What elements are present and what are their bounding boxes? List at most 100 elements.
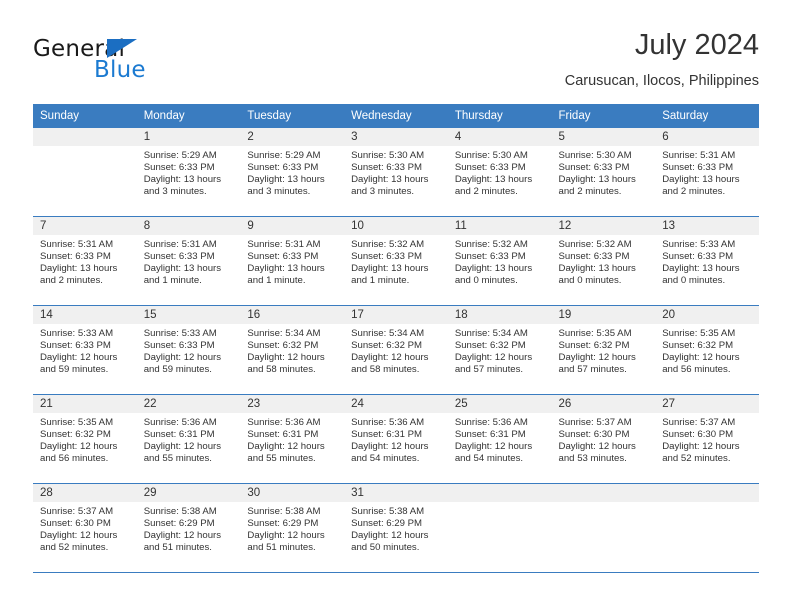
calendar-day-cell[interactable]: 3 Sunrise: 5:30 AM Sunset: 6:33 PM Daylight… [344,128,448,215]
calendar-cell: 11 Sunrise: 5:32 AM Sunset: 6:33 PM Dayligh… [447,216,552,306]
sunrise-text: Sunrise: 5:35 AM [558,328,632,339]
calendar-day-cell[interactable]: 11 Sunrise: 5:32 AM Sunset: 6:33 PM Dayligh… [447,217,552,304]
calendar-day-cell[interactable]: 27 Sunrise: 5:37 AM Sunset: 6:30 PM Dayligh… [655,395,759,482]
daylight-text: Daylight: 12 hours [143,530,222,542]
calendar-day-cell[interactable]: 23 Sunrise: 5:36 AM Sunset: 6:31 PM Dayligh… [240,395,345,482]
sunrise-text: Sunrise: 5:32 AM [454,239,528,250]
calendar-day-cell[interactable]: 12 Sunrise: 5:32 AM Sunset: 6:33 PM Dayligh… [551,217,656,304]
calendar-day-cell[interactable]: 24 Sunrise: 5:36 AM Sunset: 6:31 PM Dayligh… [344,395,448,482]
calendar-cell: 12 Sunrise: 5:32 AM Sunset: 6:33 PM Dayligh… [551,216,656,306]
sunrise-text: Sunrise: 5:29 AM [247,150,321,161]
calendar-day-cell[interactable]: 18 Sunrise: 5:34 AM Sunset: 6:32 PM Dayligh… [447,306,552,393]
calendar-day-cell[interactable]: 4 Sunrise: 5:30 AM Sunset: 6:33 PM Daylight… [447,128,552,215]
day-details: Sunrise: 5:33 AM Sunset: 6:33 PM Daylight:… [137,324,241,376]
day-number: 28 [33,484,137,502]
daylight-text: Daylight: 12 hours [247,441,325,453]
day-number: 20 [655,306,759,324]
calendar-day-cell[interactable]: 9 Sunrise: 5:31 AM Sunset: 6:33 PM Daylight… [240,217,345,304]
weekday-header-tuesday: Tuesday [240,104,345,128]
daylight-text: Daylight: 13 hours [454,263,533,275]
sunset-text: Sunset: 6:32 PM [558,340,630,352]
daylight-text: Daylight: 13 hours [454,174,533,186]
calendar-cell: 15 Sunrise: 5:33 AM Sunset: 6:33 PM Dayligh… [136,305,241,395]
calendar-day-cell[interactable]: 6 Sunrise: 5:31 AM Sunset: 6:33 PM Daylight… [655,128,759,215]
daylight-text: Daylight: 12 hours [454,352,533,364]
daylight-text: and 0 minutes. [558,275,622,287]
day-number: 6 [655,128,759,146]
daylight-text: Daylight: 13 hours [247,174,325,186]
calendar-day-cell[interactable]: 14 Sunrise: 5:33 AM Sunset: 6:33 PM Dayligh… [33,306,137,393]
general-blue-logo[interactable]: General Blue [33,36,233,88]
daylight-text: and 54 minutes. [351,453,420,465]
calendar-day-cell[interactable]: 7 Sunrise: 5:31 AM Sunset: 6:33 PM Daylight… [33,217,137,304]
calendar-day-cell[interactable]: 13 Sunrise: 5:33 AM Sunset: 6:33 PM Dayligh… [655,217,759,304]
calendar-day-cell[interactable]: 25 Sunrise: 5:36 AM Sunset: 6:31 PM Dayligh… [447,395,552,482]
calendar-day-cell[interactable]: 8 Sunrise: 5:31 AM Sunset: 6:33 PM Daylight… [136,217,241,304]
daylight-text: Daylight: 12 hours [454,441,533,453]
day-number: 11 [447,217,552,235]
calendar-day-cell[interactable]: 29 Sunrise: 5:38 AM Sunset: 6:29 PM Dayligh… [136,484,241,571]
day-details: Sunrise: 5:32 AM Sunset: 6:33 PM Daylight:… [344,235,448,287]
sunset-text: Sunset: 6:32 PM [454,340,526,352]
sunset-text: Sunset: 6:30 PM [40,518,111,530]
day-number: 10 [344,217,448,235]
daylight-text: Daylight: 13 hours [558,174,636,186]
calendar-week-row: 14 Sunrise: 5:33 AM Sunset: 6:33 PM Dayligh… [33,305,759,395]
day-details: Sunrise: 5:38 AM Sunset: 6:29 PM Daylight:… [137,502,241,554]
sunrise-text: Sunrise: 5:37 AM [40,506,114,517]
calendar-cell: 7 Sunrise: 5:31 AM Sunset: 6:33 PM Daylight… [33,216,137,306]
calendar-day-cell[interactable]: 15 Sunrise: 5:33 AM Sunset: 6:33 PM Dayligh… [136,306,241,393]
day-details: Sunrise: 5:29 AM Sunset: 6:33 PM Daylight:… [137,146,241,198]
calendar-week-row: 21 Sunrise: 5:35 AM Sunset: 6:32 PM Dayligh… [33,394,759,484]
sunset-text: Sunset: 6:32 PM [351,340,423,352]
day-number: 3 [344,128,448,146]
sunrise-text: Sunrise: 5:30 AM [454,150,528,161]
sunrise-text: Sunrise: 5:33 AM [40,328,114,339]
calendar-cell [551,483,656,573]
calendar-day-cell[interactable]: 19 Sunrise: 5:35 AM Sunset: 6:32 PM Dayligh… [551,306,656,393]
calendar-day-cell[interactable]: 28 Sunrise: 5:37 AM Sunset: 6:30 PM Dayligh… [33,484,137,571]
sunset-text: Sunset: 6:29 PM [247,518,319,530]
calendar-day-cell[interactable]: 10 Sunrise: 5:32 AM Sunset: 6:33 PM Dayligh… [344,217,448,304]
page-header: General Blue July 2024 Carusucan, Ilocos… [33,28,759,100]
logo-text-blue: Blue [94,57,146,83]
calendar-cell: 24 Sunrise: 5:36 AM Sunset: 6:31 PM Dayligh… [344,394,448,484]
calendar-cell: 20 Sunrise: 5:35 AM Sunset: 6:32 PM Dayligh… [655,305,759,395]
calendar-cell: 6 Sunrise: 5:31 AM Sunset: 6:33 PM Daylight… [655,128,759,217]
sunset-text: Sunset: 6:33 PM [351,251,423,263]
calendar-week-row: 1 Sunrise: 5:29 AM Sunset: 6:33 PM Daylight… [33,128,759,217]
daylight-text: Daylight: 12 hours [40,530,118,542]
calendar-body: 1 Sunrise: 5:29 AM Sunset: 6:33 PM Daylight… [33,128,759,573]
day-number: 26 [551,395,656,413]
weekday-header-thursday: Thursday [447,104,552,128]
daylight-text: and 58 minutes. [247,364,316,376]
daylight-text: Daylight: 12 hours [40,352,118,364]
calendar-cell: 31 Sunrise: 5:38 AM Sunset: 6:29 PM Dayligh… [344,483,448,573]
daylight-text: and 2 minutes. [40,275,103,287]
day-details: Sunrise: 5:30 AM Sunset: 6:33 PM Daylight:… [552,146,656,198]
day-details: Sunrise: 5:31 AM Sunset: 6:33 PM Daylight:… [137,235,241,287]
day-number: 4 [447,128,552,146]
calendar-day-cell[interactable]: 5 Sunrise: 5:30 AM Sunset: 6:33 PM Daylight… [551,128,656,215]
calendar-day-cell[interactable]: 1 Sunrise: 5:29 AM Sunset: 6:33 PM Daylight… [136,128,241,215]
day-number: 22 [136,395,241,413]
calendar-cell: 27 Sunrise: 5:37 AM Sunset: 6:30 PM Dayligh… [655,394,759,484]
sunset-text: Sunset: 6:31 PM [247,429,319,441]
sunrise-text: Sunrise: 5:34 AM [247,328,321,339]
calendar-day-cell[interactable]: 26 Sunrise: 5:37 AM Sunset: 6:30 PM Dayligh… [551,395,656,482]
calendar-day-cell[interactable]: 22 Sunrise: 5:36 AM Sunset: 6:31 PM Dayligh… [136,395,241,482]
calendar-cell: 30 Sunrise: 5:38 AM Sunset: 6:29 PM Dayligh… [240,483,345,573]
sunrise-text: Sunrise: 5:38 AM [351,506,425,517]
calendar-day-cell[interactable]: 16 Sunrise: 5:34 AM Sunset: 6:32 PM Dayligh… [240,306,345,393]
calendar-day-cell[interactable]: 31 Sunrise: 5:38 AM Sunset: 6:29 PM Dayligh… [344,484,448,571]
daylight-text: and 57 minutes. [558,364,627,376]
calendar-day-cell[interactable]: 21 Sunrise: 5:35 AM Sunset: 6:32 PM Dayligh… [33,395,137,482]
day-number [33,128,137,146]
calendar-day-cell[interactable]: 2 Sunrise: 5:29 AM Sunset: 6:33 PM Daylight… [240,128,345,215]
calendar-day-cell[interactable]: 30 Sunrise: 5:38 AM Sunset: 6:29 PM Dayligh… [240,484,345,571]
calendar-day-cell[interactable]: 20 Sunrise: 5:35 AM Sunset: 6:32 PM Dayligh… [655,306,759,393]
calendar-day-cell-empty [655,484,759,571]
calendar-day-cell-empty [447,484,552,571]
calendar-day-cell[interactable]: 17 Sunrise: 5:34 AM Sunset: 6:32 PM Dayligh… [344,306,448,393]
calendar-cell: 3 Sunrise: 5:30 AM Sunset: 6:33 PM Daylight… [344,128,448,217]
